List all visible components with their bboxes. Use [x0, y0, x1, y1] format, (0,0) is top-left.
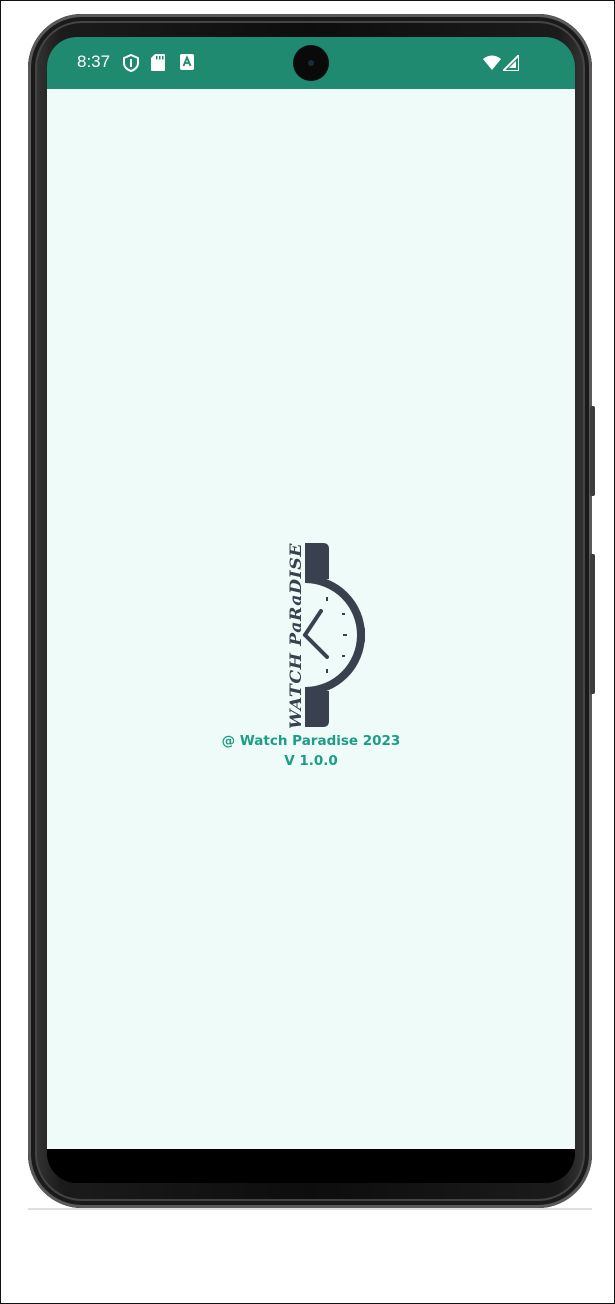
keyboard-a-icon [180, 54, 194, 74]
splash-screen: WATCH PaRaDISE @ Watch Paradise 2023 V 1… [47, 89, 575, 1149]
svg-text:WATCH PaRaDISE: WATCH PaRaDISE [286, 543, 305, 729]
splash-footer: @ Watch Paradise 2023 V 1.0.0 [47, 731, 575, 771]
version-text: V 1.0.0 [284, 753, 338, 769]
status-time: 8:37 [77, 52, 111, 71]
status-bar: 8:37 [47, 37, 575, 89]
shield-icon [123, 53, 139, 76]
cell-signal-icon [502, 54, 520, 75]
wifi-icon [483, 55, 501, 74]
navigation-bar [47, 1149, 575, 1183]
power-button [590, 406, 595, 496]
phone-screen: 8:37 WATCH PaRaDISE @ Watch Paradise 202… [47, 37, 575, 1183]
frame-seam [28, 1208, 592, 1210]
copyright-text: @ Watch Paradise 2023 [221, 733, 401, 749]
sd-card-icon [151, 54, 165, 75]
watch-logo-icon: WATCH PaRaDISE [283, 541, 365, 729]
front-camera [295, 47, 327, 79]
volume-button [590, 554, 595, 694]
